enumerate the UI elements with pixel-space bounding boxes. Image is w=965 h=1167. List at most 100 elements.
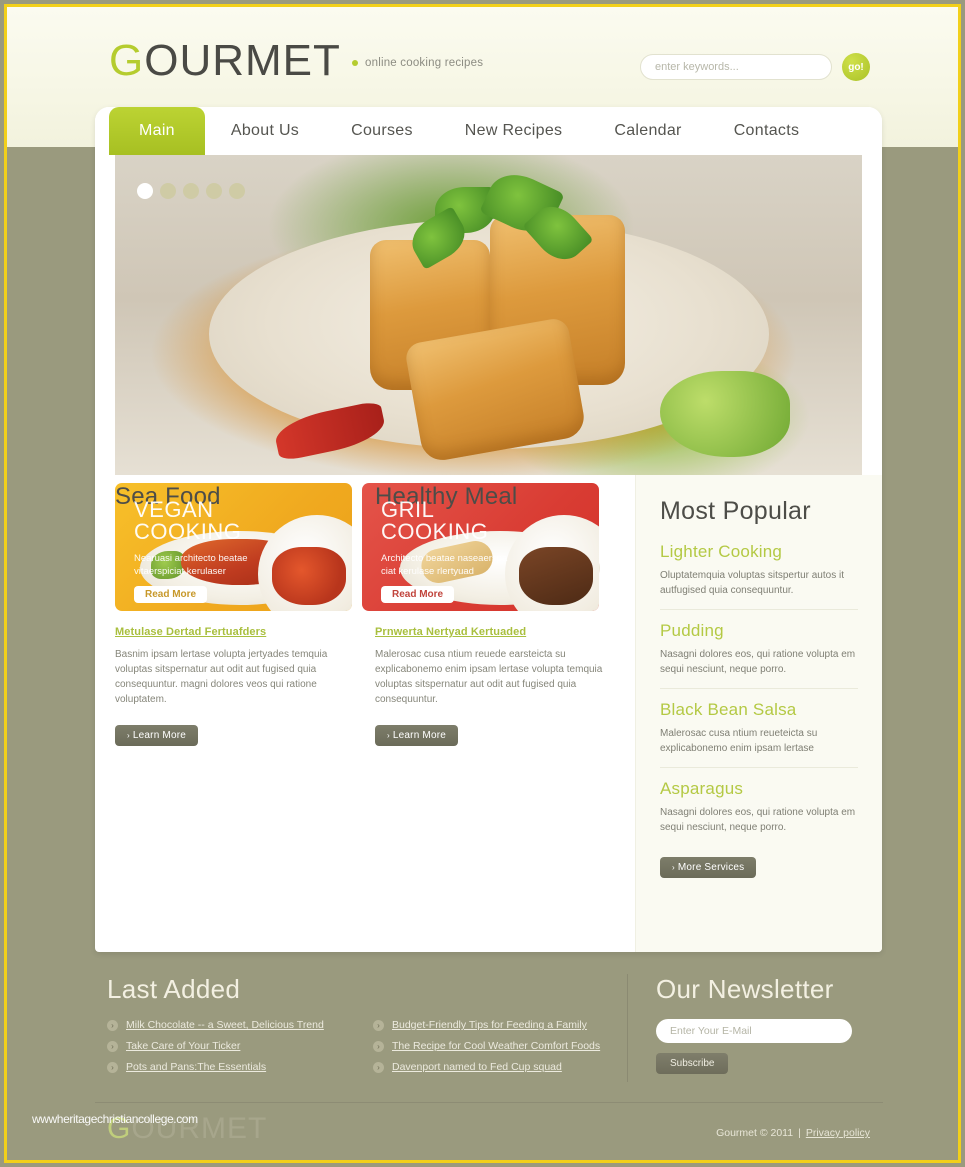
slider-dot-1[interactable] (137, 183, 153, 199)
column-text-healthy-meal: Malerosac cusa ntium reuede earsteicta s… (375, 649, 603, 705)
copyright-block: Gourmet © 2011 | Privacy policy (716, 1127, 870, 1139)
bullet-dot-icon (352, 60, 358, 66)
sidebar-item-asparagus: Asparagus Nasagni dolores eos, qui ratio… (660, 779, 858, 846)
sidebar-item-lighter-cooking: Lighter Cooking Oluptatemquia voluptas s… (660, 542, 858, 610)
last-added-link[interactable]: Milk Chocolate -- a Sweet, Delicious Tre… (126, 1019, 324, 1031)
sidebar-item-title[interactable]: Asparagus (660, 779, 858, 799)
sidebar-item-title[interactable]: Pudding (660, 621, 858, 641)
last-added-section: Last Added › Milk Chocolate -- a Sweet, … (107, 974, 627, 1082)
most-popular-sidebar: Most Popular Lighter Cooking Oluptatemqu… (635, 475, 882, 952)
site-footer: Last Added › Milk Chocolate -- a Sweet, … (7, 952, 958, 1160)
search-go-button[interactable]: go! (842, 53, 870, 81)
privacy-policy-link[interactable]: Privacy policy (806, 1127, 870, 1139)
list-item[interactable]: › Budget-Friendly Tips for Feeding a Fam… (373, 1019, 613, 1031)
sidebar-item-desc: Oluptatemquia voluptas sitspertur autos … (660, 570, 844, 596)
chevron-right-icon: › (107, 1061, 118, 1073)
chevron-right-icon: › (373, 1040, 384, 1052)
watermark-text: wwwheritagechristiancollege.com (32, 1112, 198, 1126)
hero-slider (115, 155, 862, 475)
column-link-sea-food[interactable]: Metulase Dertad Fertuafders (115, 626, 365, 638)
slider-dot-3[interactable] (183, 183, 199, 199)
learn-more-label: Learn More (392, 730, 447, 741)
last-added-title: Last Added (107, 974, 241, 1004)
slider-dot-4[interactable] (206, 183, 222, 199)
sidebar-item-title[interactable]: Lighter Cooking (660, 542, 858, 562)
main-navigation: Main About Us Courses New Recipes Calend… (95, 107, 882, 155)
learn-more-button-healthy-meal[interactable]: › Learn More (375, 725, 459, 746)
list-item[interactable]: › The Recipe for Cool Weather Comfort Fo… (373, 1040, 613, 1052)
main-content-card: Main About Us Courses New Recipes Calend… (95, 107, 882, 952)
column-link-healthy-meal[interactable]: Prnwerta Nertyad Kertuaded (375, 626, 625, 638)
nav-item-about-us[interactable]: About Us (205, 107, 325, 155)
newsletter-email-input[interactable] (656, 1019, 852, 1043)
sidebar-item-black-bean-salsa: Black Bean Salsa Malerosac cusa ntium re… (660, 700, 858, 768)
newsletter-section: Our Newsletter Subscribe (627, 974, 877, 1082)
promo-desc-line2: vitaerspiciat kerulaser (134, 566, 226, 577)
promo-desc-line2: ciat kerulase rlertyuad (381, 566, 474, 577)
copyright-text: Gourmet © 2011 (716, 1127, 794, 1139)
chevron-right-icon: › (373, 1061, 384, 1073)
sidebar-item-desc: Nasagni dolores eos, qui ratione volupta… (660, 807, 856, 833)
nav-item-contacts[interactable]: Contacts (708, 107, 826, 155)
column-text-sea-food: Basnim ipsam lertase volupta jertyades t… (115, 649, 328, 705)
last-added-link[interactable]: Budget-Friendly Tips for Feeding a Famil… (392, 1019, 587, 1031)
last-added-link[interactable]: Take Care of Your Ticker (126, 1040, 240, 1052)
nav-item-courses[interactable]: Courses (325, 107, 439, 155)
list-item[interactable]: › Davenport named to Fed Cup squad (373, 1061, 613, 1073)
tagline-group: online cooking recipes (352, 57, 483, 69)
list-item[interactable]: › Milk Chocolate -- a Sweet, Delicious T… (107, 1019, 347, 1031)
promo-title-vegan: VEGAN COOKING (134, 499, 352, 543)
search-input[interactable] (640, 54, 832, 80)
page-frame: GOURMET online cooking recipes go! Main … (4, 4, 961, 1163)
sidebar-item-desc: Malerosac cusa ntium reueteicta su expli… (660, 728, 818, 754)
promo-title-line2: COOKING (381, 519, 489, 544)
sidebar-title: Most Popular (660, 497, 811, 525)
last-added-link[interactable]: Pots and Pans:The Essentials (126, 1061, 266, 1073)
list-item[interactable]: › Pots and Pans:The Essentials (107, 1061, 347, 1073)
last-added-link[interactable]: The Recipe for Cool Weather Comfort Food… (392, 1040, 600, 1052)
chevron-right-icon: › (373, 1019, 384, 1031)
read-more-button-gril[interactable]: Read More (381, 586, 455, 603)
footer-divider (95, 1102, 883, 1103)
last-added-link-columns: › Milk Chocolate -- a Sweet, Delicious T… (107, 1019, 627, 1082)
promo-desc-line1: Architecto beatae naseaerspa (381, 553, 508, 564)
promo-title-line1: GRIL (381, 497, 435, 522)
sidebar-item-pudding: Pudding Nasagni dolores eos, qui ratione… (660, 621, 858, 689)
last-added-link[interactable]: Davenport named to Fed Cup squad (392, 1061, 562, 1073)
last-added-column-2: › Budget-Friendly Tips for Feeding a Fam… (373, 1019, 613, 1082)
learn-more-button-sea-food[interactable]: › Learn More (115, 725, 199, 746)
promo-title-line1: VEGAN (134, 497, 214, 522)
slider-dot-5[interactable] (229, 183, 245, 199)
nav-item-calendar[interactable]: Calendar (588, 107, 707, 155)
nav-item-new-recipes[interactable]: New Recipes (439, 107, 589, 155)
promo-desc-gril: Architecto beatae naseaerspa ciat kerula… (381, 552, 531, 578)
read-more-button-vegan[interactable]: Read More (134, 586, 208, 603)
logo-initial: G (109, 36, 145, 85)
last-added-column-1: › Milk Chocolate -- a Sweet, Delicious T… (107, 1019, 347, 1082)
copyright-separator: | (798, 1127, 801, 1139)
subscribe-button[interactable]: Subscribe (656, 1053, 729, 1074)
chevron-right-icon: › (672, 863, 675, 872)
more-services-button[interactable]: › More Services (660, 857, 757, 878)
sidebar-item-desc: Nasagni dolores eos, qui ratione volupta… (660, 649, 856, 675)
chevron-right-icon: › (107, 1019, 118, 1031)
learn-more-label: Learn More (132, 730, 187, 741)
nav-item-main[interactable]: Main (109, 107, 205, 155)
chevron-right-icon: › (107, 1040, 118, 1052)
tagline-text: online cooking recipes (365, 57, 484, 69)
logo-text: GOURMET (109, 39, 341, 83)
list-item[interactable]: › Take Care of Your Ticker (107, 1040, 347, 1052)
slider-dot-2[interactable] (160, 183, 176, 199)
chevron-right-icon: › (127, 731, 130, 740)
search-group: go! (640, 53, 870, 81)
promo-title-line2: COOKING (134, 519, 242, 544)
more-services-label: More Services (677, 862, 745, 873)
sidebar-item-title[interactable]: Black Bean Salsa (660, 700, 858, 720)
site-logo[interactable]: GOURMET (109, 39, 341, 83)
newsletter-title: Our Newsletter (656, 974, 834, 1004)
logo-rest: OURMET (144, 36, 341, 85)
footer-inner: Last Added › Milk Chocolate -- a Sweet, … (107, 974, 887, 1082)
promo-title-gril: GRIL COOKING (381, 499, 599, 543)
promo-desc-vegan: Nearuasi architecto beatae vitaerspiciat… (134, 552, 284, 578)
promo-desc-line1: Nearuasi architecto beatae (134, 553, 248, 564)
